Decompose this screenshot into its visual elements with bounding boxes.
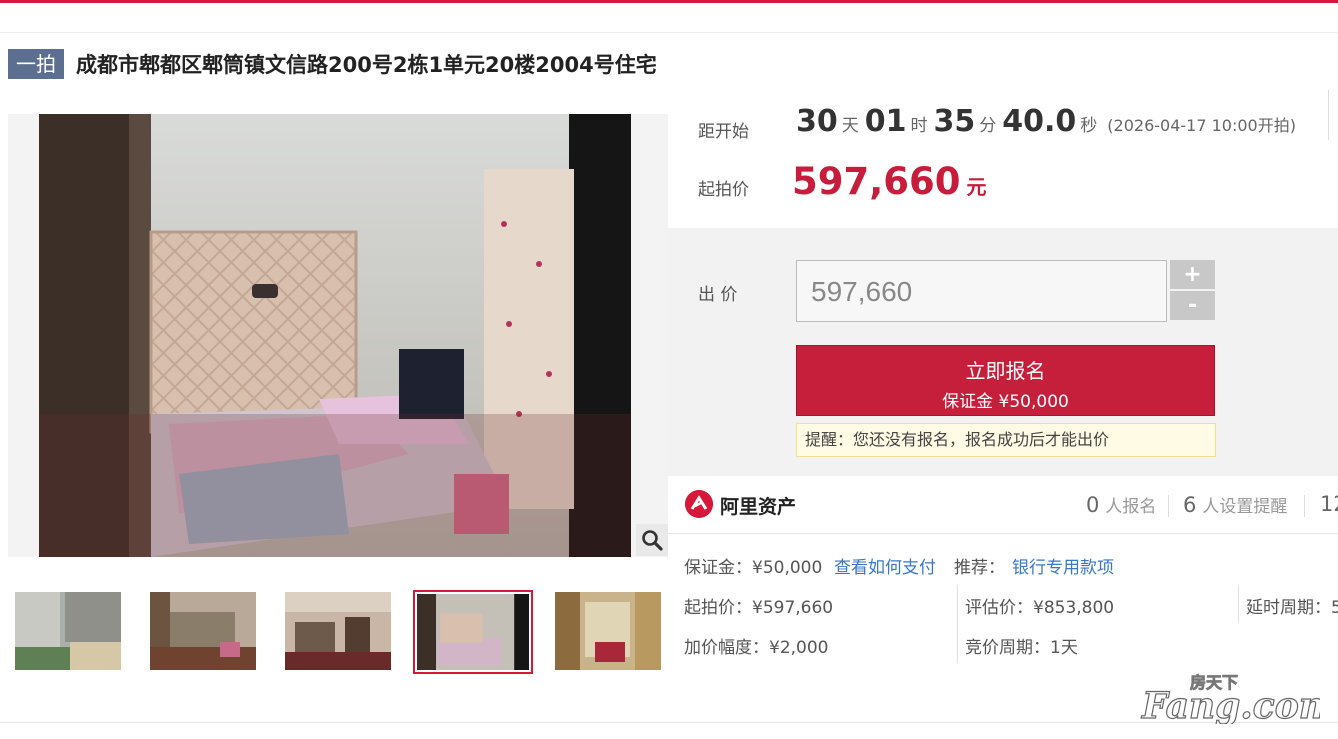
- decrease-bid-button[interactable]: -: [1170, 291, 1215, 320]
- main-image-viewer[interactable]: [8, 114, 668, 557]
- recommend-label: 推荐：: [954, 558, 1005, 578]
- divider: [1168, 495, 1169, 517]
- register-deposit-label: 保证金 ¥50,000: [942, 392, 1069, 412]
- zoom-button[interactable]: [636, 524, 668, 556]
- starting-price-unit: 元: [966, 175, 987, 199]
- countdown-days-unit: 天: [841, 116, 859, 136]
- detail-increment: 加价幅度：¥2,000: [684, 638, 829, 658]
- detail-delay-period: 延时周期：5: [1246, 598, 1338, 618]
- increase-bid-button[interactable]: +: [1170, 260, 1215, 289]
- reminder-count: 6: [1183, 493, 1197, 517]
- detail-assess-price: 评估价：¥853,800: [965, 598, 1115, 618]
- platform-name: 阿里资产: [720, 496, 797, 518]
- start-time-note: (2026-04-17 10:00开拍): [1107, 116, 1296, 135]
- starting-price: 597,660 元: [792, 160, 987, 203]
- divider: [957, 585, 958, 663]
- countdown: 30 天 01 时 35 分 40.0 秒 (2026-04-17 10:00开…: [796, 104, 1296, 139]
- title-row: 一拍 成都市郫都区郫筒镇文信路200号2栋1单元20楼2004号住宅: [8, 49, 657, 79]
- countdown-days: 30: [796, 104, 838, 139]
- thumbnail-3[interactable]: [285, 592, 391, 670]
- countdown-hours-unit: 时: [910, 116, 928, 136]
- bid-amount-input[interactable]: 597,660: [796, 260, 1167, 322]
- countdown-seconds: 40.0: [1002, 104, 1077, 139]
- divider: [1304, 495, 1305, 517]
- divider: [1328, 90, 1329, 140]
- bank-payment-link[interactable]: 银行专用款项: [1012, 553, 1114, 578]
- countdown-minutes-unit: 分: [979, 116, 997, 136]
- registered-label: 人报名: [1105, 497, 1157, 517]
- countdown-seconds-unit: 秒: [1080, 116, 1098, 136]
- thumbnail-4-active[interactable]: [413, 590, 533, 674]
- registration-tip: 提醒：您还没有报名，报名成功后才能出价: [796, 423, 1216, 457]
- reminder-stat: 6 人设置提醒: [1183, 492, 1287, 517]
- how-to-pay-link[interactable]: 查看如何支付: [834, 553, 936, 578]
- deposit-info: 保证金：¥50,000: [684, 558, 823, 578]
- registered-stat: 0 人报名: [1086, 492, 1156, 517]
- divider: [1238, 585, 1239, 623]
- detail-start-price: 起拍价：¥597,660: [684, 598, 834, 618]
- countdown-minutes: 35: [933, 104, 976, 139]
- registered-count: 0: [1086, 493, 1100, 517]
- thumbnail-2[interactable]: [150, 592, 256, 670]
- thumbnail-5[interactable]: [555, 592, 661, 670]
- zoom-icon: [642, 530, 663, 551]
- detail-bid-period: 竞价周期：1天: [965, 638, 1078, 658]
- views-count: 12: [1320, 492, 1338, 516]
- svg-text:Fang.com: Fang.com: [1141, 685, 1320, 724]
- thumbnail-1[interactable]: [15, 592, 121, 670]
- register-button[interactable]: 立即报名 保证金 ¥50,000: [796, 345, 1215, 416]
- ali-asset-logo-icon: [685, 490, 713, 518]
- top-accent-bar: [0, 0, 1338, 3]
- reminder-label: 人设置提醒: [1202, 497, 1288, 517]
- countdown-hours: 01: [864, 104, 907, 139]
- register-button-label: 立即报名: [965, 359, 1046, 383]
- page-title: 成都市郫都区郫筒镇文信路200号2栋1单元20楼2004号住宅: [76, 53, 657, 77]
- bid-label: 出 价: [698, 285, 738, 305]
- starting-price-value: 597,660: [792, 160, 961, 203]
- views-stat: 12: [1320, 492, 1338, 516]
- footer-divider: [0, 722, 1338, 723]
- countdown-label: 距开始: [698, 122, 749, 142]
- header-divider: [0, 32, 1338, 33]
- main-photo: [39, 114, 631, 557]
- fang-watermark-logo: 房天下 Fang.com: [1140, 673, 1320, 724]
- auction-round-badge: 一拍: [8, 49, 64, 79]
- starting-price-label: 起拍价: [698, 180, 749, 200]
- thumbnail-strip: [8, 590, 668, 674]
